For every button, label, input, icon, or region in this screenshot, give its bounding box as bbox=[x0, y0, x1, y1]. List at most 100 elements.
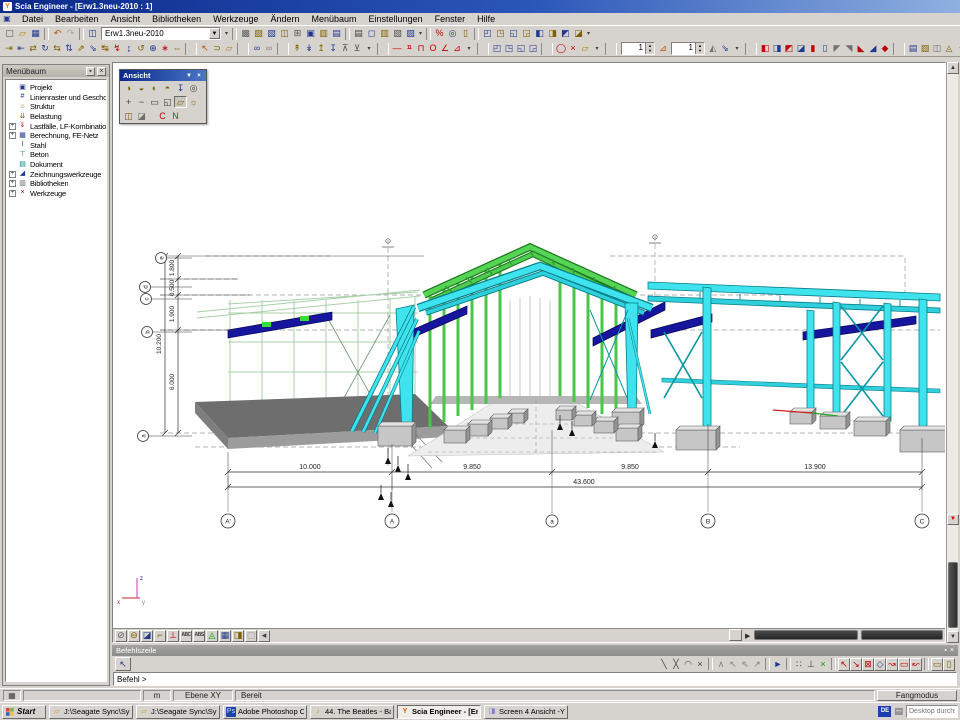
expand-icon[interactable] bbox=[9, 161, 16, 168]
colors-icon[interactable]: C bbox=[156, 110, 169, 122]
vertical-scrollbar[interactable]: ▲ ▼ ▼ bbox=[946, 62, 958, 643]
close-icon[interactable]: × bbox=[97, 67, 106, 76]
document-icon[interactable]: ▣ bbox=[304, 27, 317, 40]
expand-icon[interactable] bbox=[9, 171, 16, 178]
refresh-icon[interactable]: ◆ bbox=[879, 42, 891, 55]
tree-item-bibliotheken[interactable]: ▥ Bibliotheken bbox=[9, 179, 106, 189]
right-overflow-icon[interactable]: ▾ bbox=[955, 42, 960, 55]
spinner-arrows-icon[interactable]: ▲▼ bbox=[645, 43, 654, 54]
snap-midpoint-icon[interactable]: ↘ bbox=[850, 658, 862, 671]
polyline-edit-icon[interactable]: ↺ bbox=[135, 42, 147, 55]
select-poly-icon[interactable]: ⊃ bbox=[211, 42, 223, 55]
undo-icon[interactable]: ↶ bbox=[51, 27, 64, 40]
task-photoshop[interactable]: Ps Adobe Photoshop CS3 E... bbox=[223, 705, 307, 719]
tool-icon-6[interactable] bbox=[79, 28, 84, 40]
activity-overflow-icon[interactable]: ▾ bbox=[363, 42, 375, 55]
clip-bottom-icon[interactable]: ↡ bbox=[303, 42, 315, 55]
tool-icon-1[interactable] bbox=[232, 28, 237, 40]
snap-endpoint-icon[interactable]: ↖ bbox=[838, 658, 850, 671]
scroll-down-icon[interactable]: ▼ bbox=[947, 631, 959, 643]
tree-item-werkzeuge[interactable]: × Werkzeuge bbox=[9, 189, 106, 199]
window-manager-icon[interactable]: ◫ bbox=[86, 27, 99, 40]
cursor-arrow-icon[interactable]: ↖ bbox=[115, 657, 131, 671]
close-icon[interactable]: × bbox=[195, 73, 203, 79]
menu-item-4[interactable]: Werkzeuge bbox=[207, 13, 264, 25]
print-data-icon[interactable]: ◪ bbox=[135, 110, 148, 122]
mid-overflow-icon[interactable]: ▾ bbox=[731, 42, 743, 55]
node-display-icon[interactable]: ◧ bbox=[759, 42, 771, 55]
pin-icon[interactable]: ▪ bbox=[944, 647, 946, 654]
rotate-view-3-icon[interactable]: ◐ bbox=[148, 82, 161, 94]
new-document-icon[interactable]: ▢ bbox=[3, 27, 16, 40]
copy-picture-icon[interactable]: ◫ bbox=[278, 27, 291, 40]
paperspace-icon[interactable]: ⊞ bbox=[291, 27, 304, 40]
shift-up-icon[interactable]: ↥ bbox=[315, 42, 327, 55]
close-icon[interactable]: × bbox=[950, 647, 954, 654]
save-icon[interactable]: ▦ bbox=[29, 27, 42, 40]
support-labels-icon[interactable]: ⊥ bbox=[167, 630, 179, 642]
window-close-icon[interactable]: ◩ bbox=[559, 27, 572, 40]
gallery-icon[interactable]: ▨ bbox=[252, 27, 265, 40]
picture-icon[interactable]: ▧ bbox=[265, 27, 278, 40]
window-split-icon[interactable]: ◲ bbox=[520, 27, 533, 40]
table-input-icon[interactable]: ▤ bbox=[907, 42, 919, 55]
snap-extension-icon[interactable]: ⇖ bbox=[739, 658, 751, 671]
task-paint[interactable]: ◨ Screen 4 Ansicht -Y - Paint bbox=[484, 705, 568, 719]
dim-grid-icon[interactable]: ⊿ bbox=[451, 42, 463, 55]
snap-icon-4[interactable] bbox=[708, 658, 713, 670]
task-scia[interactable]: Y Scia Engineer - [Erw1... bbox=[397, 705, 481, 719]
expand-icon[interactable] bbox=[9, 142, 16, 149]
scroll-left-icon[interactable]: ◂ bbox=[258, 630, 270, 642]
rotate-view-4-icon[interactable]: ◓ bbox=[161, 82, 174, 94]
hscroll-dark-bar-2[interactable] bbox=[861, 630, 943, 640]
tool-icon-38[interactable] bbox=[477, 43, 489, 55]
menu-item-8[interactable]: Fenster bbox=[429, 13, 472, 25]
window-tile-vertical-icon[interactable]: ◳ bbox=[494, 27, 507, 40]
snap-points-icon[interactable]: × bbox=[817, 658, 829, 671]
expand-icon[interactable] bbox=[9, 132, 16, 139]
activity-set-icon[interactable]: ⇘ bbox=[719, 42, 731, 55]
tree-item-beton[interactable]: ⊤ Beton bbox=[9, 150, 106, 160]
multicopy-icon[interactable]: ⇄ bbox=[27, 42, 39, 55]
engineering-report-icon[interactable]: ◬ bbox=[943, 42, 955, 55]
vscroll-thumb[interactable] bbox=[948, 562, 958, 628]
rendering-icon[interactable]: N bbox=[169, 110, 182, 122]
print-icon[interactable]: ▤ bbox=[352, 27, 365, 40]
extend-icon[interactable]: ↹ bbox=[99, 42, 111, 55]
snap-length-icon[interactable]: ▭ bbox=[898, 658, 910, 671]
status-plane[interactable]: Ebene XY bbox=[173, 690, 233, 701]
scroll-up-icon[interactable]: ▲ bbox=[947, 62, 959, 74]
join-icon[interactable]: ↨ bbox=[123, 42, 135, 55]
snap-delete-icon[interactable]: × bbox=[694, 658, 706, 671]
selection-mode-icon[interactable]: ▦ bbox=[3, 690, 21, 701]
expand-icon[interactable] bbox=[9, 151, 16, 158]
hscroll-thumb[interactable] bbox=[729, 629, 742, 641]
dot-grid-icon[interactable]: ▭ bbox=[931, 658, 943, 671]
view-y-icon[interactable]: ◳ bbox=[503, 42, 515, 55]
language-indicator[interactable]: DE bbox=[878, 706, 891, 717]
dim-overflow-icon[interactable]: ▾ bbox=[463, 42, 475, 55]
open-library-icon[interactable]: ▱ bbox=[579, 42, 591, 55]
expand-icon[interactable] bbox=[9, 84, 16, 91]
snap-orthopoint-icon[interactable]: ◇ bbox=[874, 658, 886, 671]
snap-mode-button[interactable]: Fangmodus bbox=[877, 690, 957, 701]
zoom-out-icon[interactable]: − bbox=[135, 96, 148, 108]
tree-item-zeichnungswerkzeuge[interactable]: ◢ Zeichnungswerkzeuge bbox=[9, 169, 106, 179]
project-combobox[interactable]: Erw1.3neu-2010 ▼ bbox=[101, 27, 221, 40]
activity-spinner[interactable]: 1 ▲▼ bbox=[671, 42, 705, 55]
tool-icon-30[interactable] bbox=[377, 43, 389, 55]
redo-icon[interactable]: ↷ bbox=[64, 27, 77, 40]
expand-icon[interactable] bbox=[9, 123, 16, 130]
hscroll-right-icon[interactable]: ▶ bbox=[745, 632, 750, 640]
tool-icon-15[interactable] bbox=[185, 43, 197, 55]
tool-icon-3[interactable] bbox=[745, 43, 757, 55]
window-cascade-icon[interactable]: ◱ bbox=[507, 27, 520, 40]
expand-icon[interactable] bbox=[9, 94, 16, 101]
dim-line-icon[interactable]: — bbox=[391, 42, 403, 55]
snap-parallel-icon[interactable]: ↗ bbox=[751, 658, 763, 671]
tree-item-lastfaelle[interactable]: ⇓ Lastfälle, LF-Kombinationen bbox=[9, 121, 106, 131]
dim-angle-icon[interactable]: ∠ bbox=[439, 42, 451, 55]
model-data-icon[interactable]: ◥ bbox=[843, 42, 855, 55]
pin-icon[interactable]: ▪ bbox=[86, 67, 95, 76]
labels-icon[interactable]: ◣ bbox=[855, 42, 867, 55]
